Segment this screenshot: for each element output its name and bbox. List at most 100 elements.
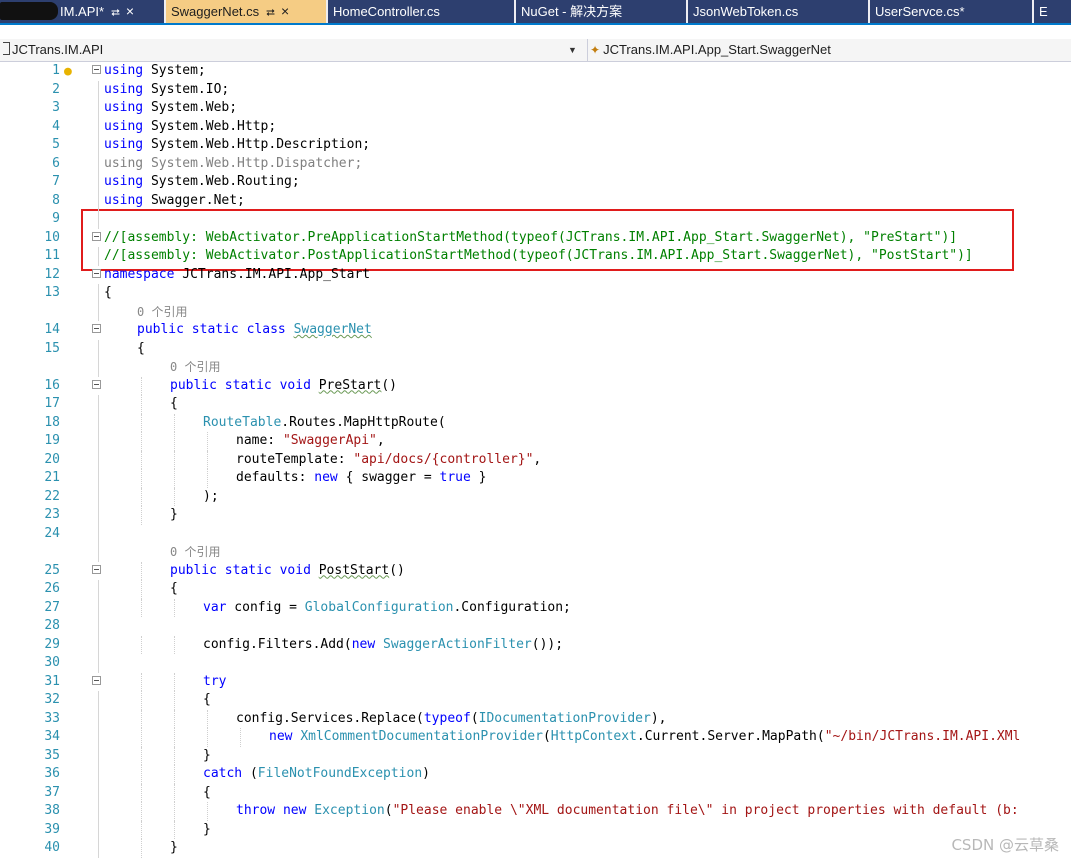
code-text: name: "SwaggerApi", <box>236 433 385 448</box>
code-line[interactable]: 6 using System.Web.Http.Dispatcher; <box>0 154 1071 173</box>
code-line[interactable]: 25 public static void PostStart() <box>0 561 1071 580</box>
code-lens-text[interactable]: 0 个引用 <box>137 303 187 322</box>
code-line[interactable]: 24 <box>0 524 1071 543</box>
code-lens[interactable]: 0 个引用 <box>0 358 1071 377</box>
code-line[interactable]: 23} <box>0 506 1071 525</box>
line-number: 21 <box>44 470 60 485</box>
collapse-icon[interactable] <box>92 324 101 333</box>
line-number: 2 <box>52 81 60 97</box>
collapse-icon[interactable] <box>92 268 101 278</box>
project-dropdown[interactable]: JCTrans.IM.API ▼ <box>0 39 588 61</box>
code-line[interactable]: 19 name: "SwaggerApi", <box>0 432 1071 451</box>
tab-label: UserServce.cs* <box>875 4 965 19</box>
code-text: using System.IO; <box>104 81 230 97</box>
code-line[interactable]: 40} <box>0 839 1071 858</box>
code-line[interactable]: 38 throw new Exception("Please enable \"X… <box>0 802 1071 821</box>
collapse-icon[interactable] <box>92 675 101 685</box>
code-line[interactable]: 28 <box>0 617 1071 636</box>
code-line[interactable]: 18 RouteTable.Routes.MapHttpRoute( <box>0 413 1071 432</box>
indent-guide <box>174 469 175 488</box>
close-icon[interactable]: × <box>126 0 134 23</box>
code-line[interactable]: 20 routeTemplate: "api/docs/{controller}"… <box>0 450 1071 469</box>
fold-guide <box>98 191 99 210</box>
fold-guide <box>98 524 99 543</box>
code-line[interactable]: 11 //[assembly: WebActivator.PostApplicat… <box>0 247 1071 266</box>
indent-guide <box>141 709 142 728</box>
code-editor[interactable]: 1 ● using System; 2 using System.IO; 3 using S… <box>0 62 1071 863</box>
code-line[interactable]: 30 <box>0 654 1071 673</box>
line-number: 24 <box>44 525 60 541</box>
code-line[interactable]: 10 //[assembly: WebActivator.PreApplicati… <box>0 229 1071 248</box>
code-line[interactable]: 22); <box>0 487 1071 506</box>
dropdown-arrow-icon[interactable]: ▼ <box>568 39 577 61</box>
class-dropdown[interactable]: ✦ JCTrans.IM.API.App_Start.SwaggerNet <box>590 39 831 61</box>
code-line[interactable]: 32 { <box>0 691 1071 710</box>
code-line[interactable]: 27 var config = GlobalConfiguration.Confi… <box>0 598 1071 617</box>
code-text: routeTemplate: "api/docs/{controller}", <box>236 451 542 467</box>
line-number: 36 <box>44 766 60 781</box>
indent-guide <box>174 746 175 765</box>
collapse-icon[interactable] <box>92 65 101 74</box>
code-line[interactable]: 36 catch (FileNotFoundException) <box>0 765 1071 784</box>
code-line[interactable]: 33 config.Services.Replace(typeof(IDocume… <box>0 709 1071 728</box>
code-text: config.Filters.Add(new SwaggerActionFilt… <box>203 636 564 652</box>
lightbulb-icon[interactable]: ● <box>64 63 72 82</box>
code-line[interactable]: 37 { <box>0 783 1071 802</box>
collapse-icon[interactable] <box>92 379 101 389</box>
code-line[interactable]: 7 using System.Web.Routing; <box>0 173 1071 192</box>
collapse-icon[interactable] <box>92 564 101 574</box>
fold-guide <box>98 487 99 506</box>
code-line[interactable]: 26 { <box>0 580 1071 599</box>
tab-userservce[interactable]: UserServce.cs* <box>870 0 1032 23</box>
close-icon[interactable]: × <box>281 0 289 23</box>
code-line[interactable]: 8 using Swagger.Net; <box>0 191 1071 210</box>
code-text: ); <box>203 488 219 504</box>
code-line[interactable]: 14 public static class SwaggerNet <box>0 321 1071 340</box>
code-lens[interactable]: 0 个引用 <box>0 302 1071 322</box>
code-line[interactable]: 31 try <box>0 672 1071 691</box>
code-line[interactable]: 5 using System.Web.Http.Description; <box>0 136 1071 155</box>
code-text: { <box>203 784 211 800</box>
code-lens-text[interactable]: 0 个引用 <box>170 543 220 562</box>
code-line[interactable]: 16 public static void PreStart() <box>0 376 1071 395</box>
line-number: 38 <box>44 803 60 818</box>
code-text: public static void PostStart() <box>170 562 405 578</box>
indent-guide <box>174 450 175 469</box>
code-lens-text[interactable]: 0 个引用 <box>170 358 220 377</box>
pin-icon[interactable]: ⮂ <box>266 2 275 23</box>
tab-homecontroller[interactable]: HomeController.cs <box>328 0 514 23</box>
code-line[interactable]: 21 defaults: new { swagger = true } <box>0 469 1071 488</box>
code-line[interactable]: 12 namespace JCTrans.IM.API.App_Start <box>0 266 1071 285</box>
code-line[interactable]: 4 using System.Web.Http; <box>0 117 1071 136</box>
code-line[interactable]: 2 using System.IO; <box>0 80 1071 99</box>
indent-guide <box>174 635 175 654</box>
code-line[interactable]: 9 <box>0 210 1071 229</box>
code-text: using System.Web.Routing; <box>104 174 300 189</box>
line-number: 31 <box>44 673 60 689</box>
tab-overflow[interactable]: E <box>1034 0 1071 23</box>
tab-swaggernet[interactable]: SwaggerNet.cs ⮂ × <box>166 0 326 23</box>
fold-guide <box>98 395 99 414</box>
code-line[interactable]: 29 config.Filters.Add(new SwaggerActionFi… <box>0 635 1071 654</box>
code-text: using System.Web.Http.Description; <box>104 137 371 152</box>
tab-jsonwebtoken[interactable]: JsonWebToken.cs <box>688 0 868 23</box>
code-text: using System.Web.Http; <box>104 118 277 134</box>
indent-guide <box>207 432 208 451</box>
collapse-icon[interactable] <box>92 231 101 241</box>
code-line[interactable]: 39} <box>0 820 1071 839</box>
code-line[interactable]: 13 { <box>0 284 1071 303</box>
line-number: 32 <box>44 692 60 707</box>
line-number: 34 <box>44 729 60 744</box>
code-line[interactable]: 35} <box>0 746 1071 765</box>
tab-nuget[interactable]: NuGet - 解决方案 <box>516 0 686 23</box>
code-line[interactable]: 1 ● using System; <box>0 62 1071 81</box>
pin-icon[interactable]: ⮂ <box>111 2 120 23</box>
code-line[interactable]: 17 { <box>0 395 1071 414</box>
fold-guide <box>98 709 99 728</box>
indent-guide <box>240 728 241 747</box>
code-line[interactable]: 34 new XmlCommentDocumentationProvider(Ht… <box>0 728 1071 747</box>
code-line[interactable]: 15 { <box>0 339 1071 358</box>
indent-guide <box>141 395 142 414</box>
code-lens[interactable]: 0 个引用 <box>0 543 1071 562</box>
code-line[interactable]: 3 using System.Web; <box>0 99 1071 118</box>
